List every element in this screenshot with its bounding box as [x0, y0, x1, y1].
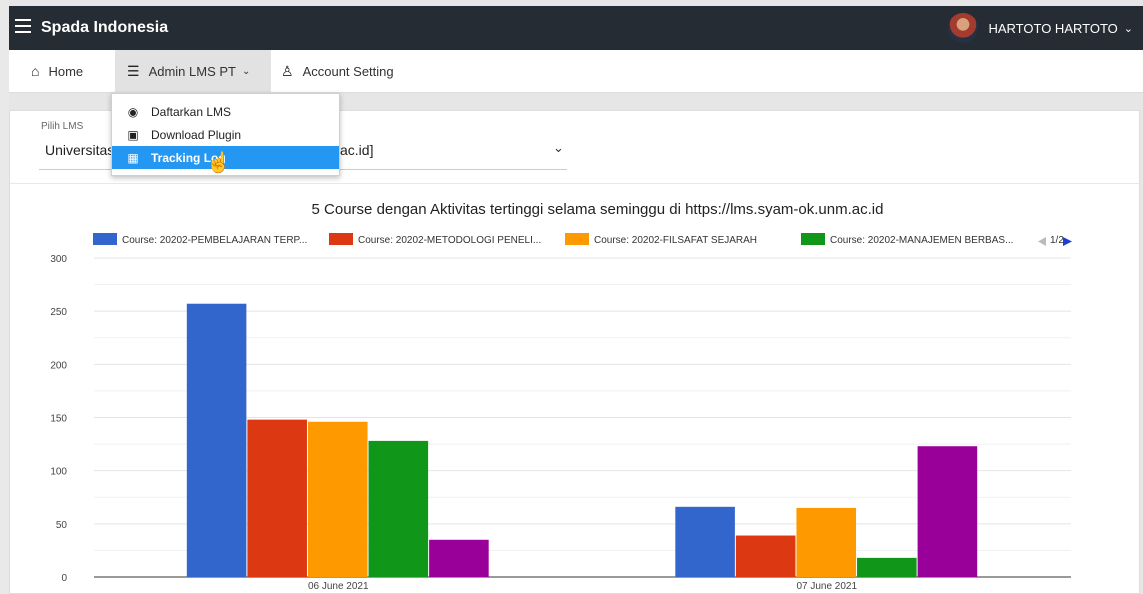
- log-icon: ▦: [127, 150, 139, 165]
- y-tick-label: 50: [56, 520, 68, 531]
- nav-account-setting[interactable]: ♙ Account Setting: [271, 50, 394, 92]
- chevron-down-icon: ⌄: [1123, 22, 1133, 35]
- bar: [917, 446, 978, 577]
- menu-item-label: Download Plugin: [151, 127, 242, 142]
- menu-item-daftarkan-lms[interactable]: ◉ Daftarkan LMS: [112, 100, 339, 123]
- legend-page-indicator: 1/2: [1050, 235, 1064, 246]
- legend-swatch: [93, 233, 117, 245]
- nav-admin-lms[interactable]: ☰ Admin LMS PT ⌄: [115, 50, 271, 92]
- legend-label: Course: 20202-PEMBELAJARAN TERP...: [122, 235, 307, 246]
- hand-cursor-icon: ☝: [206, 152, 231, 174]
- bar: [368, 440, 429, 577]
- y-tick-label: 250: [50, 307, 67, 318]
- y-tick-label: 0: [61, 573, 67, 584]
- legend-swatch: [801, 233, 825, 245]
- top-header: Spada Indonesia HARTOTO HARTOTO ⌄: [9, 6, 1143, 50]
- bar: [186, 303, 247, 577]
- nav-home-label: Home: [48, 63, 84, 79]
- bar: [429, 539, 489, 577]
- bar: [735, 535, 796, 577]
- legend-swatch: [565, 233, 589, 245]
- bar: [307, 421, 368, 577]
- y-tick-label: 200: [50, 360, 67, 371]
- legend-prev-icon: [1038, 237, 1046, 246]
- nav-bar: ⌂ Home ☰ Admin LMS PT ⌄ ♙ Account Settin…: [9, 50, 1143, 93]
- x-tick-label: 06 June 2021: [308, 581, 369, 592]
- selector-value-start[interactable]: Universitas: [45, 142, 114, 158]
- home-icon: ⌂: [31, 63, 40, 79]
- bar-chart: 5 Course dengan Aktivitas tertinggi sela…: [50, 201, 1072, 592]
- page-edge: [0, 0, 9, 594]
- legend-label: Course: 20202-FILSAFAT SEJARAH: [594, 235, 757, 246]
- chevron-down-icon: ⌄: [241, 65, 251, 77]
- y-tick-label: 300: [50, 254, 67, 265]
- selector-label: Pilih LMS: [41, 121, 84, 132]
- menu-item-download-plugin[interactable]: ▣ Download Plugin: [112, 123, 339, 146]
- legend-label: Course: 20202-MANAJEMEN BERBAS...: [830, 235, 1013, 246]
- user-name: HARTOTO HARTOTO: [988, 20, 1118, 36]
- chevron-down-icon[interactable]: ⌄: [553, 140, 564, 156]
- chart-title: 5 Course dengan Aktivitas tertinggi sela…: [312, 201, 884, 218]
- nav-admin-label: Admin LMS PT: [148, 63, 236, 79]
- user-settings-icon: ♙: [281, 62, 294, 79]
- plugin-icon: ▣: [127, 127, 139, 142]
- nav-home[interactable]: ⌂ Home: [9, 50, 115, 92]
- bar: [796, 507, 857, 577]
- selector-value-end[interactable]: ac.id]: [340, 142, 373, 158]
- legend-next-icon: [1063, 237, 1072, 246]
- bar: [857, 557, 917, 577]
- bar: [247, 419, 307, 577]
- legend-swatch: [329, 233, 353, 245]
- menu-item-label: Daftarkan LMS: [151, 104, 232, 119]
- list-icon: ☰: [127, 62, 140, 79]
- bar: [675, 506, 735, 577]
- legend-label: Course: 20202-METODOLOGI PENELI...: [358, 235, 541, 246]
- avatar: [948, 13, 979, 43]
- user-menu[interactable]: HARTOTO HARTOTO ⌄: [948, 12, 1133, 44]
- medal-icon: ◉: [127, 104, 139, 119]
- y-tick-label: 100: [50, 467, 67, 478]
- hamburger-menu-icon[interactable]: [15, 19, 31, 33]
- y-tick-label: 150: [50, 414, 67, 425]
- nav-account-label: Account Setting: [302, 63, 394, 79]
- app-title[interactable]: Spada Indonesia: [41, 19, 168, 37]
- x-tick-label: 07 June 2021: [796, 581, 857, 592]
